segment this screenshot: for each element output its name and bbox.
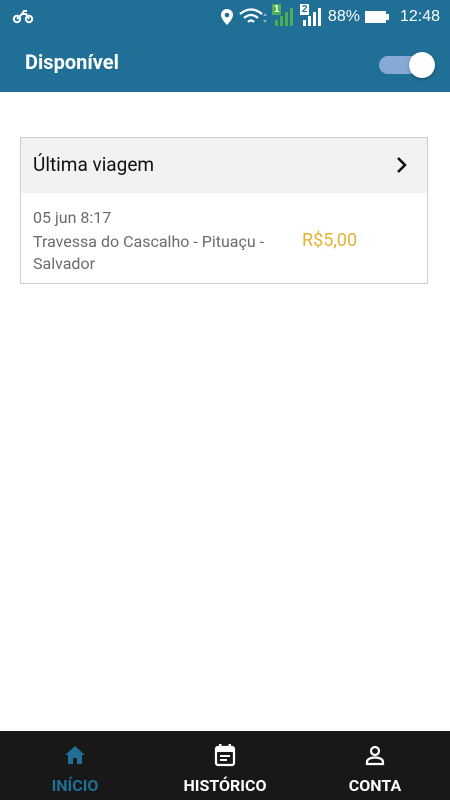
signal-sim2-icon: 2: [299, 3, 324, 28]
signal-sim1-icon: 1: [271, 3, 296, 28]
home-icon: [65, 746, 85, 764]
sim2-label: 2: [299, 3, 310, 15]
nav-historico-label: HISTÓRICO: [183, 776, 267, 795]
calendar-icon: [214, 744, 236, 767]
last-trip-card[interactable]: Última viagem 05 jun 8:17 Travessa do Ca…: [20, 137, 428, 284]
trip-address: Travessa do Cascalho - Pituaçu - Salvado…: [33, 232, 265, 273]
nav-inicio-label: INÍCIO: [51, 776, 99, 795]
battery-percent: 88%: [327, 7, 360, 25]
motorcycle-icon: [12, 10, 34, 24]
nav-conta[interactable]: CONTA: [300, 731, 450, 800]
nav-inicio[interactable]: INÍCIO: [0, 731, 150, 800]
wifi-icon: [239, 7, 267, 23]
toggle-thumb: [409, 52, 435, 78]
location-icon: [220, 8, 233, 25]
status-bar: 1 2 88% 12:48: [0, 0, 450, 33]
trip-date: 05 jun 8:17: [33, 208, 112, 227]
person-icon: [365, 745, 385, 766]
status-icons: 1 2 88% 12:48: [220, 0, 440, 33]
clock: 12:48: [399, 7, 440, 25]
trip-price: R$5,00: [302, 230, 358, 251]
bottom-nav: INÍCIO HISTÓRICO CONTA: [0, 731, 450, 800]
availability-toggle[interactable]: [379, 51, 435, 78]
screen: 1 2 88% 12:48 Disponível Última viagem 0…: [0, 0, 450, 800]
nav-historico[interactable]: HISTÓRICO: [150, 731, 300, 800]
sim1-label: 1: [271, 3, 282, 15]
nav-conta-label: CONTA: [348, 776, 402, 795]
page-title: Disponível: [25, 50, 119, 74]
battery-icon: [364, 10, 389, 23]
chevron-right-icon: [397, 157, 407, 173]
last-trip-title: Última viagem: [33, 153, 155, 176]
app-bar: Disponível: [0, 33, 450, 92]
last-trip-header[interactable]: Última viagem: [21, 138, 427, 193]
